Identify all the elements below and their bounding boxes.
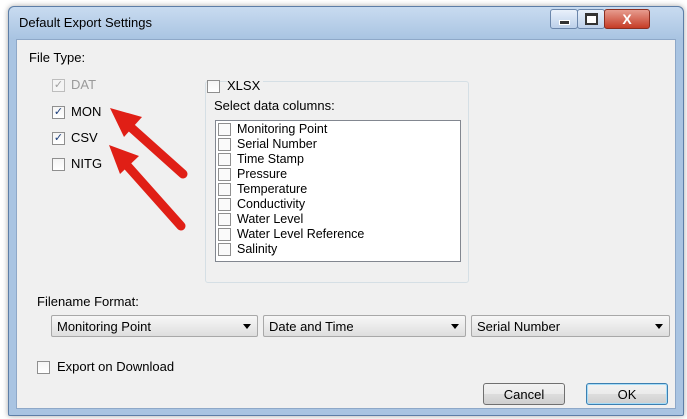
list-item-water-level-reference[interactable]: Water Level Reference — [216, 227, 460, 242]
dialog-body: File Type: ✓ DAT ✓ MON ✓ CSV NITG XLSX S… — [16, 39, 676, 409]
ok-button-label: OK — [617, 386, 637, 402]
filename-format-select-3[interactable]: Serial Number — [471, 315, 670, 337]
list-item-checkbox[interactable] — [218, 123, 231, 136]
chevron-down-icon — [243, 324, 251, 329]
list-item-label: Serial Number — [237, 137, 317, 151]
list-item-checkbox[interactable] — [218, 153, 231, 166]
check-icon: ✓ — [53, 132, 64, 144]
dat-checkbox[interactable]: ✓ — [52, 79, 65, 92]
list-item-label: Salinity — [237, 242, 278, 256]
list-item-checkbox[interactable] — [218, 213, 231, 226]
list-item-checkbox[interactable] — [218, 183, 231, 196]
list-item-checkbox[interactable] — [218, 138, 231, 151]
list-item-conductivity[interactable]: Conductivity — [216, 197, 460, 212]
export-on-download-checkbox[interactable] — [37, 361, 50, 374]
close-button[interactable]: X — [604, 9, 650, 29]
list-item-water-level[interactable]: Water Level — [216, 212, 460, 227]
select-value: Monitoring Point — [57, 319, 151, 334]
list-item-checkbox[interactable] — [218, 243, 231, 256]
csv-label: CSV — [71, 130, 98, 145]
select-value: Date and Time — [269, 319, 354, 334]
export-settings-dialog: Default Export Settings X File Type: ✓ D… — [8, 6, 684, 416]
ok-button[interactable]: OK — [586, 383, 668, 405]
export-on-download-label: Export on Download — [57, 359, 175, 374]
file-type-label: File Type: — [29, 50, 86, 65]
filename-format-select-2[interactable]: Date and Time — [263, 315, 466, 337]
csv-checkbox[interactable]: ✓ — [52, 132, 65, 145]
list-item-checkbox[interactable] — [218, 168, 231, 181]
list-item-label: Conductivity — [237, 197, 306, 211]
cancel-button-label: Cancel — [503, 386, 545, 402]
maximize-button[interactable] — [577, 9, 605, 29]
list-item-salinity[interactable]: Salinity — [216, 242, 460, 257]
minimize-icon — [558, 19, 570, 25]
minimize-button[interactable] — [550, 9, 578, 29]
dialog-title: Default Export Settings — [19, 15, 152, 30]
list-item-serial-number[interactable]: Serial Number — [216, 137, 460, 152]
xlsx-label: XLSX — [227, 78, 264, 93]
list-item-checkbox[interactable] — [218, 228, 231, 241]
cancel-button[interactable]: Cancel — [483, 383, 565, 405]
maximize-icon — [584, 13, 598, 25]
list-item-monitoring-point[interactable]: Monitoring Point — [216, 122, 460, 137]
chevron-down-icon — [655, 324, 663, 329]
mon-checkbox[interactable]: ✓ — [52, 106, 65, 119]
mon-label: MON — [71, 104, 102, 119]
filename-format-label: Filename Format: — [37, 294, 139, 309]
select-columns-label: Select data columns: — [214, 98, 335, 113]
list-item-pressure[interactable]: Pressure — [216, 167, 460, 182]
check-icon: ✓ — [53, 106, 64, 118]
title-bar[interactable]: Default Export Settings X — [9, 7, 683, 39]
data-columns-list[interactable]: Monitoring Point Serial Number Time Stam… — [215, 120, 461, 262]
select-value: Serial Number — [477, 319, 561, 334]
list-item-label: Pressure — [237, 167, 288, 181]
list-item-label: Water Level — [237, 212, 304, 226]
list-item-time-stamp[interactable]: Time Stamp — [216, 152, 460, 167]
list-item-checkbox[interactable] — [218, 198, 231, 211]
dat-label: DAT — [71, 77, 97, 92]
filename-format-select-1[interactable]: Monitoring Point — [51, 315, 258, 337]
list-item-temperature[interactable]: Temperature — [216, 182, 460, 197]
list-item-label: Time Stamp — [237, 152, 304, 166]
list-item-label: Temperature — [237, 182, 308, 196]
list-item-label: Monitoring Point — [237, 122, 328, 136]
check-icon: ✓ — [53, 79, 64, 91]
nitg-checkbox[interactable] — [52, 158, 65, 171]
close-icon: X — [622, 11, 632, 27]
nitg-label: NITG — [71, 156, 103, 171]
list-item-label: Water Level Reference — [237, 227, 365, 241]
chevron-down-icon — [451, 324, 459, 329]
xlsx-checkbox[interactable] — [207, 80, 220, 93]
